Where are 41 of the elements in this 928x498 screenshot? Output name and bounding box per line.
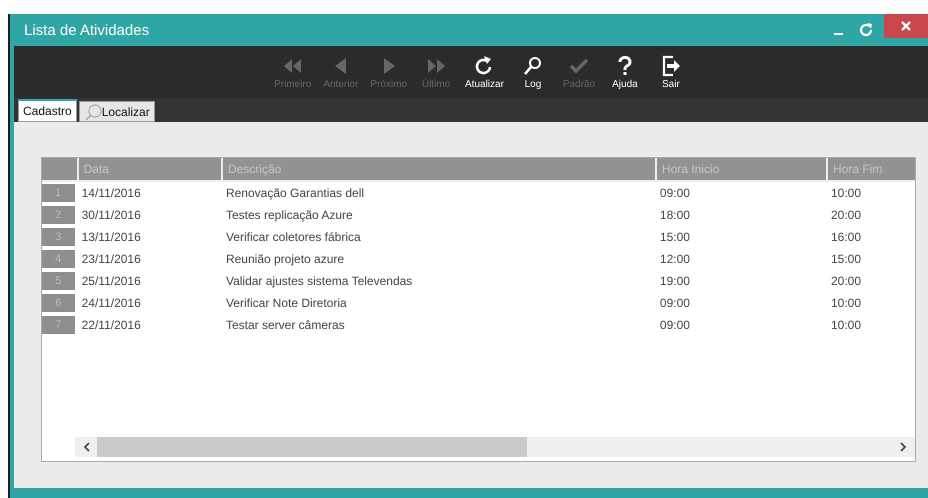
table-cell-text: Validar ajustes sistema Televendas bbox=[224, 274, 414, 288]
table-cell-text: 16:00 bbox=[830, 230, 862, 244]
table-cell-text: 10:00 bbox=[830, 318, 862, 332]
table-cell-text: Renovação Garantias dell bbox=[224, 186, 366, 200]
table-cell-text: 12:00 bbox=[658, 252, 691, 266]
table-cell-text: 15:00 bbox=[830, 252, 862, 266]
table-cell-text: 23/11/2016 bbox=[80, 252, 142, 266]
table-cell-text: 10:00 bbox=[830, 186, 862, 200]
close-icon bbox=[900, 20, 912, 32]
exit-button[interactable]: Sair bbox=[648, 46, 694, 98]
table-cell-text: Verificar Note Diretoria bbox=[224, 296, 348, 310]
table-cell-text: 20:00 bbox=[830, 208, 862, 222]
minimize-icon bbox=[834, 33, 842, 35]
search-button[interactable]: Log bbox=[510, 46, 556, 98]
table-cell-text: 09:00 bbox=[658, 186, 691, 200]
table-cell-text: 24/11/2016 bbox=[80, 296, 142, 310]
tab[interactable]: Localizar bbox=[78, 101, 155, 122]
table-cell-text: Testes replicação Azure bbox=[224, 208, 354, 222]
table-cell-text: 25/11/2016 bbox=[80, 274, 142, 288]
table-cell-text: 09:00 bbox=[658, 318, 691, 332]
table-cell-text: 10:00 bbox=[830, 296, 862, 310]
table-cell-text: 30/11/2016 bbox=[80, 208, 142, 222]
tab[interactable]: Cadastro bbox=[18, 99, 77, 122]
table-cell-text: Testar server câmeras bbox=[224, 318, 346, 332]
table-cell-text: 22/11/2016 bbox=[80, 318, 142, 332]
refresh-icon bbox=[858, 22, 874, 38]
scroll-thumb[interactable] bbox=[97, 437, 527, 457]
table-cell-text: 20:00 bbox=[830, 274, 862, 288]
window-title: Lista de Atividades bbox=[23, 22, 150, 38]
help-button[interactable]: Ajuda bbox=[602, 46, 648, 98]
horizontal-scrollbar[interactable] bbox=[75, 437, 915, 457]
refresh-button[interactable]: Atualizar bbox=[459, 46, 510, 98]
table-cell-text: 15:00 bbox=[658, 230, 691, 244]
table-cell-text: 09:00 bbox=[658, 296, 691, 310]
table-cell-text: 14/11/2016 bbox=[80, 186, 142, 200]
table-cell-text: 18:00 bbox=[658, 208, 691, 222]
table-cell-text: Verificar coletores fábrica bbox=[224, 230, 362, 244]
table-cell-text: Reunião projeto azure bbox=[224, 252, 346, 266]
table-cell-text: 19:00 bbox=[658, 274, 691, 288]
table-cell-text: 13/11/2016 bbox=[80, 230, 142, 244]
close-button[interactable] bbox=[884, 14, 928, 38]
